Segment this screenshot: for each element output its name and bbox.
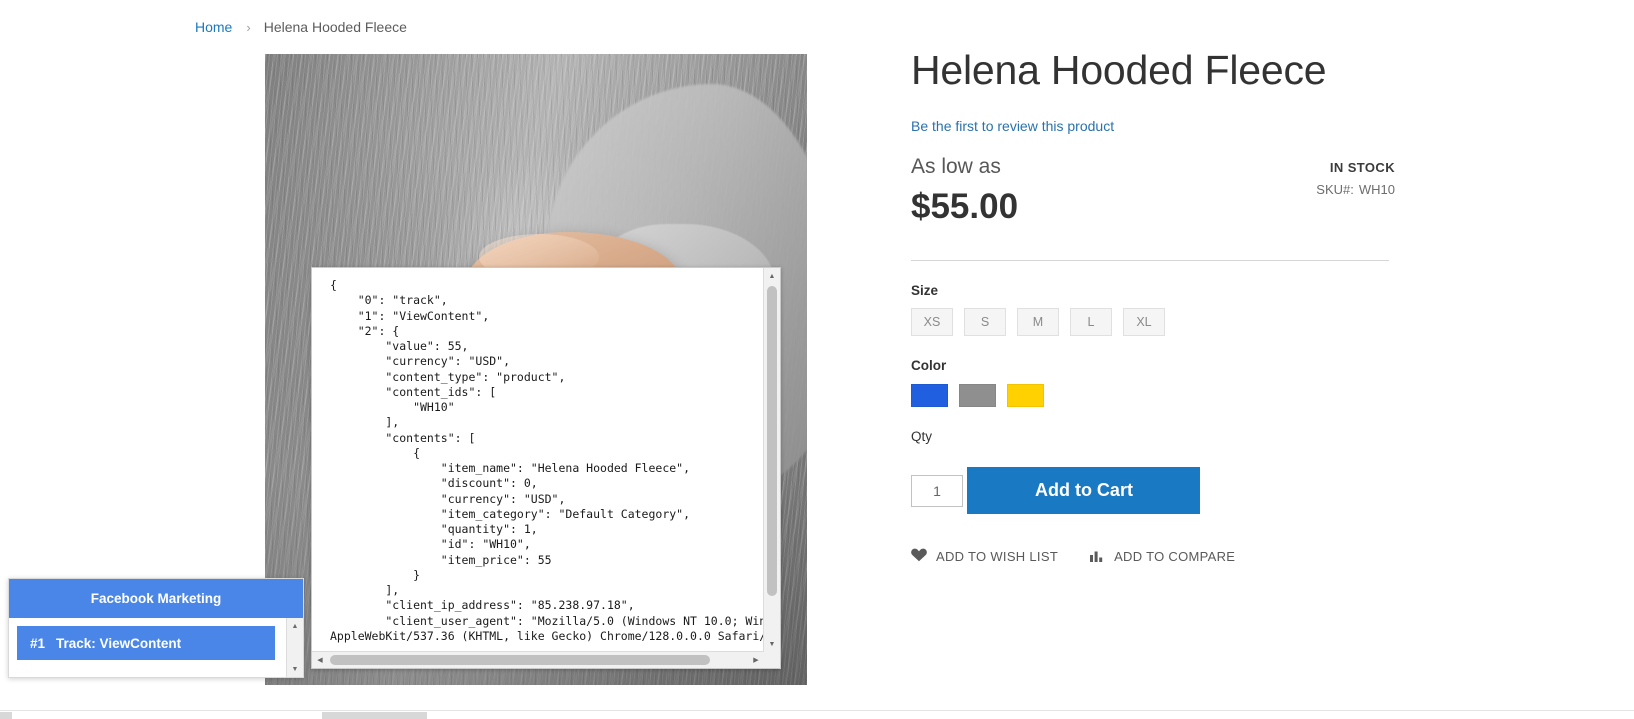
json-vertical-scrollbar[interactable]: ▲ ▼ — [763, 268, 780, 652]
add-to-cart-button[interactable]: Add to Cart — [967, 467, 1201, 515]
strip-segment — [0, 712, 12, 719]
json-payload-text: { "0": "track", "1": "ViewContent", "2":… — [330, 278, 764, 643]
page-bottom-strip — [0, 710, 1634, 719]
quantity-stepper[interactable] — [911, 475, 963, 508]
color-swatch-blue[interactable] — [911, 384, 948, 408]
add-to-compare-label: ADD TO COMPARE — [1114, 549, 1236, 565]
list-item[interactable]: #1 Track: ViewContent — [17, 626, 275, 660]
section-divider — [911, 260, 1389, 262]
event-label: Track: ViewContent — [56, 635, 182, 651]
scrollbar-corner — [764, 652, 780, 668]
breadcrumb: Home › Helena Hooded Fleece — [195, 19, 407, 35]
sku-label: SKU#: — [1316, 182, 1354, 198]
status-badge: IN STOCK — [1329, 160, 1395, 176]
color-swatch-gray[interactable] — [959, 384, 996, 408]
size-swatch-m[interactable]: M — [1017, 308, 1059, 337]
add-to-compare-button[interactable]: ADD TO COMPARE — [1090, 549, 1235, 565]
breadcrumb-separator-icon: › — [246, 19, 251, 35]
size-option-label: Size — [911, 283, 939, 299]
size-swatch-xl[interactable]: XL — [1123, 308, 1165, 337]
color-option-label: Color — [911, 358, 947, 374]
json-horizontal-scrollbar[interactable]: ◀ ▶ — [312, 651, 764, 668]
product-info-panel: Helena Hooded Fleece Be the first to rev… — [911, 47, 1395, 565]
breadcrumb-home-link[interactable]: Home — [195, 19, 232, 35]
vertical-scroll-thumb[interactable] — [767, 286, 777, 596]
sku-value: WH10 — [1358, 182, 1395, 198]
breadcrumb-current-page: Helena Hooded Fleece — [263, 19, 407, 35]
price-block: As low as $55.00 IN STOCK SKU#: WH10 — [911, 156, 1395, 224]
horizontal-scroll-thumb[interactable] — [330, 655, 710, 665]
heart-icon — [911, 548, 927, 565]
size-swatch-l[interactable]: L — [1070, 308, 1112, 337]
qty-label: Qty — [911, 429, 933, 445]
size-swatch-s[interactable]: S — [964, 308, 1006, 337]
panel-scroll-down-arrow-icon[interactable]: ▼ — [287, 662, 303, 676]
review-product-link[interactable]: Be the first to review this product — [911, 118, 1114, 134]
panel-scroll-up-arrow-icon[interactable]: ▲ — [287, 619, 303, 633]
scroll-right-arrow-icon[interactable]: ▶ — [748, 652, 764, 668]
color-swatch-row — [911, 384, 1391, 408]
facebook-marketing-panel-title: Facebook Marketing — [9, 579, 303, 618]
stock-and-sku: IN STOCK SKU#: WH10 — [1316, 160, 1395, 197]
scroll-up-arrow-icon[interactable]: ▲ — [764, 268, 780, 284]
scroll-left-arrow-icon[interactable]: ◀ — [312, 652, 328, 668]
json-debug-overlay[interactable]: { "0": "track", "1": "ViewContent", "2":… — [311, 267, 781, 669]
add-to-wish-list-label: ADD TO WISH LIST — [936, 549, 1059, 565]
facebook-panel-scrollbar[interactable]: ▲ ▼ — [286, 618, 303, 677]
size-swatch-xs[interactable]: XS — [911, 308, 953, 337]
size-swatch-row: XS S M L XL — [911, 308, 1391, 337]
page-title: Helena Hooded Fleece — [911, 47, 1327, 93]
event-index: #1 — [30, 635, 46, 651]
strip-segment — [322, 712, 427, 719]
color-swatch-yellow[interactable] — [1007, 384, 1044, 408]
bar-chart-icon — [1090, 549, 1105, 565]
facebook-marketing-panel-body: #1 Track: ViewContent ▲ ▼ — [9, 618, 303, 677]
sku-line: SKU#: WH10 — [1316, 182, 1395, 197]
facebook-marketing-panel[interactable]: Facebook Marketing #1 Track: ViewContent… — [8, 578, 304, 678]
secondary-actions: ADD TO WISH LIST ADD TO COMPARE — [911, 548, 1391, 565]
add-to-wish-list-button[interactable]: ADD TO WISH LIST — [911, 548, 1058, 565]
product-image-gallery[interactable]: { "0": "track", "1": "ViewContent", "2":… — [265, 54, 807, 685]
json-scroll-viewport: { "0": "track", "1": "ViewContent", "2":… — [312, 268, 764, 652]
scroll-down-arrow-icon[interactable]: ▼ — [764, 636, 780, 652]
